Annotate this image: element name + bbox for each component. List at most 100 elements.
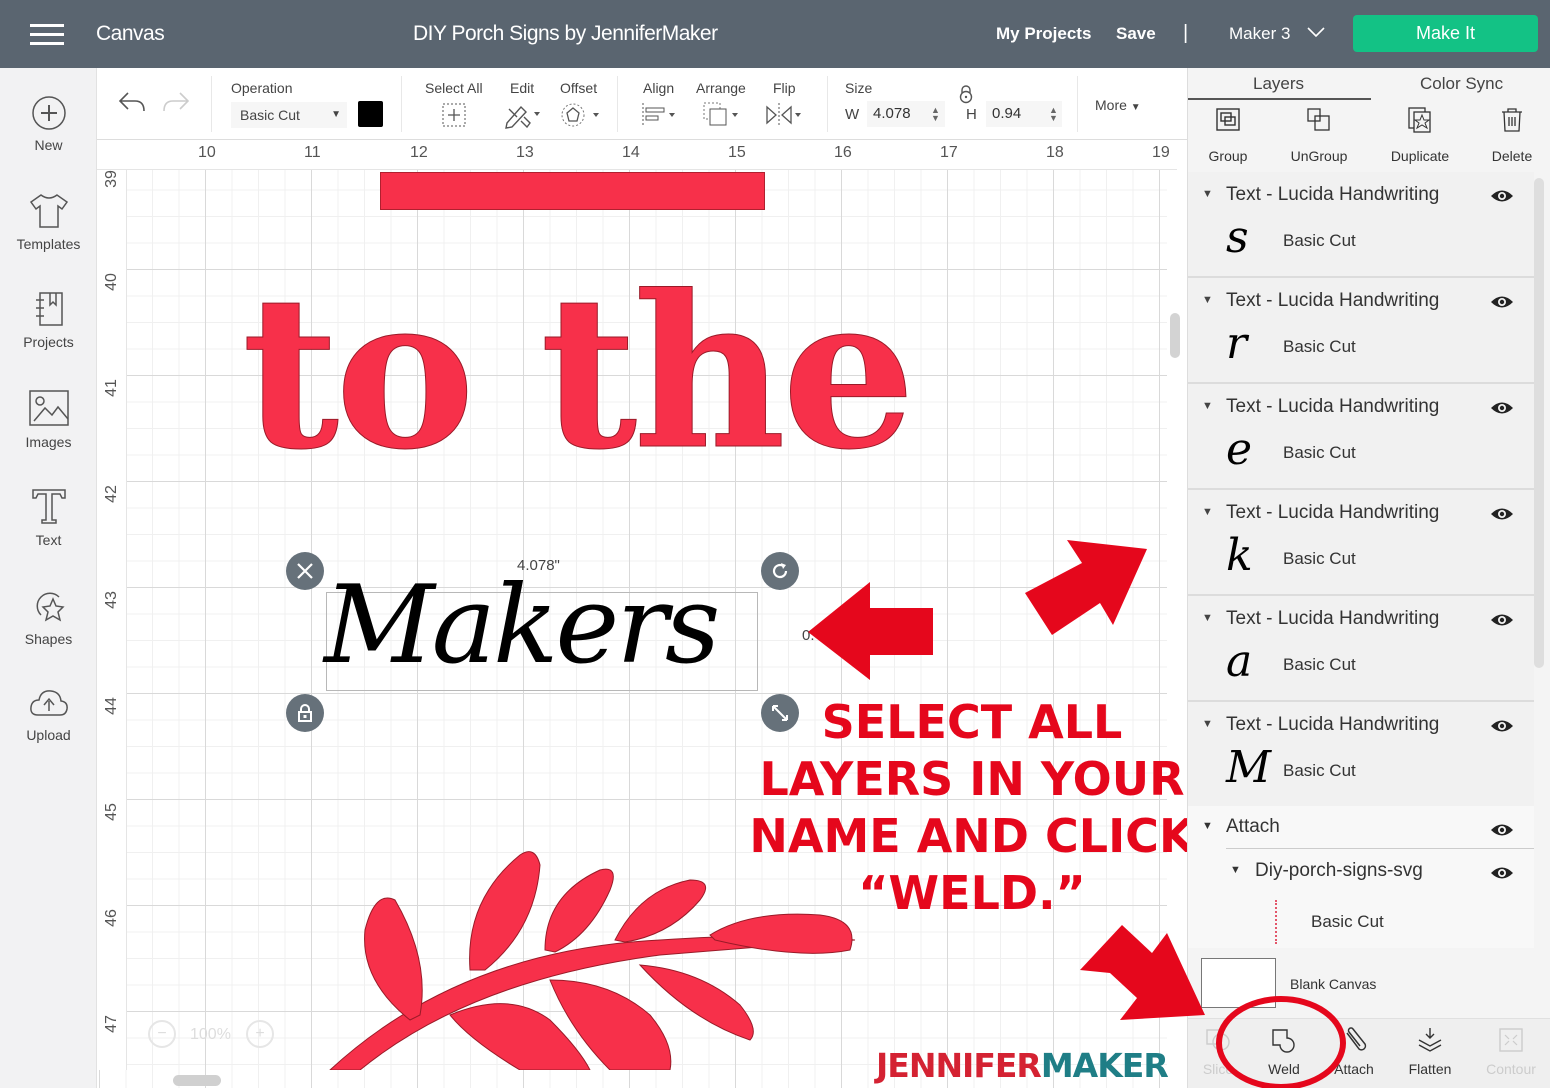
contour-button[interactable]: Contour	[1476, 1027, 1546, 1077]
save-button[interactable]: Save	[1116, 24, 1156, 44]
caret-down-icon[interactable]: ▼	[1202, 294, 1213, 306]
ruler-tick: 47	[103, 1015, 120, 1033]
blank-canvas-swatch[interactable]	[1201, 958, 1276, 1008]
ungroup-button[interactable]: UnGroup	[1274, 106, 1364, 164]
eye-icon[interactable]	[1490, 506, 1514, 522]
horizontal-scrollbar[interactable]	[173, 1075, 221, 1086]
more-button[interactable]: More ▼	[1095, 97, 1141, 113]
caret-down-icon[interactable]: ▼	[1202, 400, 1213, 412]
callout-line: LAYERS IN YOUR	[759, 752, 1185, 806]
delete-button[interactable]: Delete	[1467, 106, 1550, 164]
attach-button[interactable]: Attach	[1319, 1027, 1389, 1077]
sidebar-item-new[interactable]: New	[0, 95, 97, 153]
weld-button[interactable]: Weld	[1249, 1027, 1319, 1077]
selected-text-makers[interactable]: Makers	[324, 572, 720, 680]
slice-icon	[1206, 1029, 1230, 1051]
zoom-in-button[interactable]: +	[246, 1020, 274, 1048]
sidebar-label: Text	[35, 532, 62, 548]
sidebar-item-templates[interactable]: Templates	[0, 192, 97, 252]
layer-item[interactable]: ▼ Text - Lucida Handwriting e Basic Cut	[1188, 384, 1534, 490]
height-readout: 0.	[802, 627, 815, 644]
my-projects-link[interactable]: My Projects	[996, 24, 1091, 44]
caret-down-icon[interactable]: ▼	[1202, 718, 1213, 730]
cloud-upload-icon	[29, 690, 68, 716]
layer-item[interactable]: ▼ Text - Lucida Handwriting s Basic Cut	[1188, 172, 1534, 278]
color-swatch[interactable]	[358, 101, 383, 127]
caret-down-icon[interactable]: ▼	[1202, 506, 1213, 518]
group-button[interactable]: Group	[1183, 106, 1273, 164]
layer-item[interactable]: ▼ Text - Lucida Handwriting r Basic Cut	[1188, 278, 1534, 384]
layer-operation: Basic Cut	[1283, 443, 1356, 462]
zoom-level: 100%	[190, 1026, 231, 1043]
chevron-down-icon[interactable]	[1306, 24, 1326, 40]
eye-icon[interactable]	[1490, 294, 1514, 310]
caret-down-icon[interactable]: ▼	[1202, 612, 1213, 624]
rotate-handle[interactable]	[761, 552, 799, 590]
layer-item[interactable]: ▼ Text - Lucida Handwriting k Basic Cut	[1188, 490, 1534, 596]
sidebar-item-shapes[interactable]: Shapes	[0, 585, 97, 647]
eye-icon[interactable]	[1490, 188, 1514, 204]
eye-icon[interactable]	[1490, 612, 1514, 628]
panel-scrollbar[interactable]	[1534, 178, 1544, 668]
caret-down-icon[interactable]: ▼	[1202, 820, 1213, 832]
edit-icon[interactable]	[503, 101, 543, 129]
top-bar: Canvas DIY Porch Signs by JenniferMaker …	[0, 0, 1550, 68]
group-label: Group	[1208, 148, 1248, 164]
eye-icon[interactable]	[1490, 865, 1514, 881]
lock-aspect-icon[interactable]	[958, 84, 974, 104]
layers-panel: Layers Color Sync Group UnGroup Duplicat…	[1187, 68, 1550, 1088]
tab-layers[interactable]: Layers	[1253, 74, 1304, 94]
design-bar-shape[interactable]	[380, 172, 765, 210]
lock-handle[interactable]	[286, 694, 324, 732]
rotate-icon	[772, 563, 788, 579]
width-label: W	[845, 106, 860, 123]
redo-icon[interactable]	[161, 90, 191, 116]
sidebar-item-text[interactable]: Text	[0, 486, 97, 548]
sidebar-label: Images	[25, 434, 72, 450]
operation-select[interactable]: Basic Cut ▼	[231, 102, 347, 128]
attach-group-name: Attach	[1226, 816, 1280, 837]
caret-down-icon[interactable]: ▼	[1202, 188, 1213, 200]
sidebar-item-images[interactable]: Images	[0, 388, 97, 450]
toolbar-divider	[211, 76, 212, 132]
zoom-out-button[interactable]: −	[148, 1020, 176, 1048]
flip-icon[interactable]	[764, 102, 806, 128]
design-text-to-the[interactable]: to the	[241, 267, 915, 478]
undo-icon[interactable]	[117, 90, 147, 116]
eye-icon[interactable]	[1490, 718, 1514, 734]
offset-icon[interactable]	[560, 102, 602, 128]
project-title: DIY Porch Signs by JenniferMaker	[413, 22, 718, 45]
tshirt-icon	[29, 194, 68, 228]
vertical-scrollbar[interactable]	[1170, 313, 1180, 358]
arrange-icon[interactable]	[701, 100, 743, 128]
layer-item[interactable]: ▼ Text - Lucida Handwriting M Basic Cut	[1188, 702, 1534, 808]
tab-color-sync[interactable]: Color Sync	[1420, 74, 1503, 94]
operation-value: Basic Cut	[240, 107, 300, 123]
horizontal-ruler: 10 11 12 13 14 15 16 17 18 19	[97, 140, 1177, 170]
slice-button[interactable]: Slice	[1183, 1027, 1253, 1077]
delete-handle[interactable]	[286, 552, 324, 590]
attach-group[interactable]: ▼ Attach ▼ Diy-porch-signs-svg Basic Cut	[1188, 806, 1534, 948]
slice-label: Slice	[1202, 1061, 1234, 1077]
height-stepper-icon[interactable]: ▲ ▼	[1049, 106, 1058, 123]
eye-icon[interactable]	[1490, 822, 1514, 838]
sidebar-item-upload[interactable]: Upload	[0, 685, 97, 743]
layer-operation: Basic Cut	[1283, 761, 1356, 780]
width-stepper-icon[interactable]: ▲ ▼	[931, 106, 940, 123]
layer-thumbnail: r	[1226, 318, 1248, 369]
eye-icon[interactable]	[1490, 400, 1514, 416]
flatten-button[interactable]: Flatten	[1395, 1027, 1465, 1077]
hamburger-menu-icon[interactable]	[30, 24, 64, 46]
make-it-button[interactable]: Make It	[1353, 15, 1538, 52]
align-icon[interactable]	[640, 102, 680, 128]
layer-item[interactable]: ▼ Text - Lucida Handwriting a Basic Cut	[1188, 596, 1534, 702]
caret-down-icon[interactable]: ▼	[1230, 864, 1241, 876]
ruler-tick: 39	[103, 170, 120, 188]
select-all-icon[interactable]	[441, 102, 467, 128]
machine-select[interactable]: Maker 3	[1229, 24, 1290, 44]
logo-part2: MAKER	[1040, 1046, 1169, 1085]
sidebar-item-projects[interactable]: Projects	[0, 290, 97, 350]
attach-label: Attach	[1334, 1061, 1374, 1077]
layer-thumbnail: M	[1226, 742, 1272, 793]
duplicate-button[interactable]: Duplicate	[1375, 106, 1465, 164]
